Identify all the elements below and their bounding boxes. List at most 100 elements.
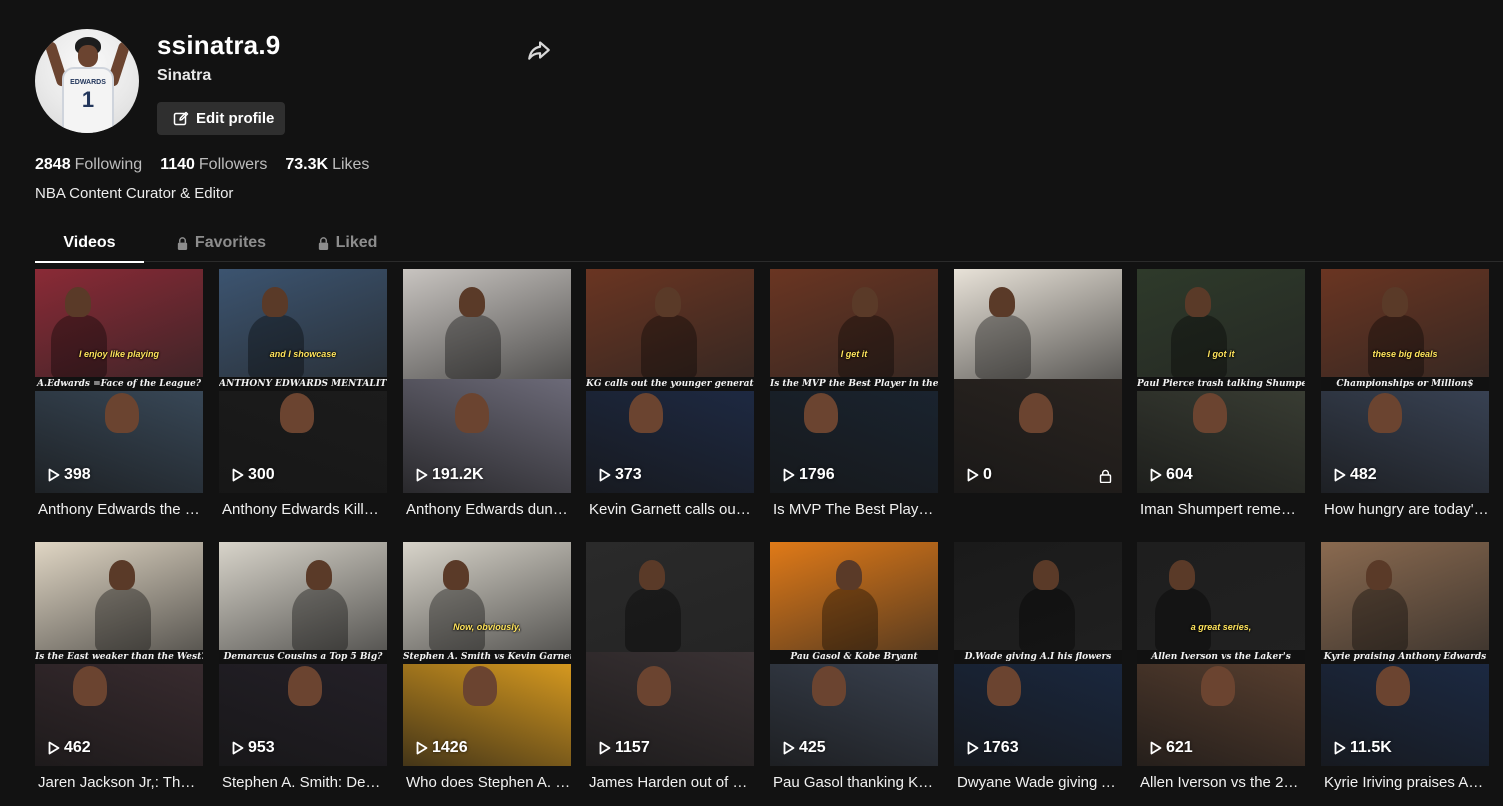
video-thumbnail[interactable]: Kyrie praising Anthony Edwards 11.5K [1321, 542, 1489, 766]
thumbnail-figure-body [641, 315, 697, 379]
play-icon [48, 468, 60, 482]
play-icon [416, 468, 428, 482]
view-count: 621 [1150, 739, 1193, 757]
thumbnail-figure-body [625, 588, 681, 652]
video-title[interactable]: Anthony Edwards dunks on... [403, 501, 571, 518]
thumbnail-caption: Now, obviously, [453, 622, 521, 632]
video-thumbnail[interactable]: Is the East weaker than the West? 462 [35, 542, 203, 766]
thumbnail-top-scene [219, 542, 387, 652]
video-title[interactable]: Who does Stephen A. Smith pick [403, 774, 571, 791]
video-card[interactable]: and I showcase ANTHONY EDWARDS MENTALITY 3… [219, 269, 387, 518]
video-thumbnail[interactable]: KG calls out the younger generation 373 [586, 269, 754, 493]
video-card[interactable]: KG calls out the younger generation 373 Ke… [586, 269, 754, 518]
video-card[interactable]: D.Wade giving A.I his flowers 1763 Dwyane … [954, 542, 1122, 791]
thumbnail-overlay-title: Championships or Million$ [1321, 377, 1489, 391]
video-title[interactable]: Jaren Jackson Jr,: The East... [35, 774, 203, 791]
tab-favorites[interactable]: Favorites [165, 224, 277, 262]
video-card[interactable]: Is the East weaker than the West? 462 Jare… [35, 542, 203, 791]
video-title[interactable]: Kevin Garnett calls out the younger gene… [586, 501, 754, 518]
view-count-value: 11.5K [1350, 739, 1392, 756]
video-thumbnail[interactable]: 1157 [586, 542, 754, 766]
video-thumbnail[interactable]: 0 [954, 269, 1122, 493]
video-thumbnail[interactable]: a great series, Allen Iverson vs the Lake… [1137, 542, 1305, 766]
video-title[interactable]: James Harden out of Philly [586, 774, 754, 791]
video-thumbnail[interactable]: I got it Paul Pierce trash talking Shumpe… [1137, 269, 1305, 493]
play-icon [232, 741, 244, 755]
video-card[interactable]: Kyrie praising Anthony Edwards 11.5K Kyrie… [1321, 542, 1489, 791]
video-title[interactable]: Dwyane Wade giving A.I his flowers [954, 774, 1122, 791]
stat-label: Followers [198, 156, 268, 173]
view-count-value: 191.2K [432, 466, 484, 483]
video-card[interactable]: I get it Is the MVP the Best Player in th… [770, 269, 938, 518]
video-card[interactable]: I got it Paul Pierce trash talking Shumpe… [1137, 269, 1305, 518]
profile-stats: 2848 Following 1140 Followers 73.3K Likes [35, 156, 369, 174]
thumbnail-caption: I enjoy like playing [78, 349, 160, 359]
avatar[interactable]: EDWARDS 1 [35, 29, 139, 133]
stat-label: Following [74, 156, 143, 173]
video-card[interactable]: a great series, Allen Iverson vs the Lake… [1137, 542, 1305, 791]
profile-tabs: Videos Favorites Liked [35, 224, 1503, 263]
video-thumbnail[interactable]: I enjoy like playing A.Edwards =Face of t… [35, 269, 203, 493]
thumbnail-overlay-title: Paul Pierce trash talking Shumpert [1137, 377, 1305, 391]
thumbnail-overlay-title: KG calls out the younger generation [586, 377, 754, 391]
video-thumbnail[interactable]: D.Wade giving A.I his flowers 1763 [954, 542, 1122, 766]
video-card[interactable]: Pau Gasol & Kobe Bryant 425 Pau Gasol than… [770, 542, 938, 791]
thumbnail-figure-body [1171, 315, 1227, 379]
video-thumbnail[interactable]: I get it Is the MVP the Best Player in th… [770, 269, 938, 493]
thumbnail-figure-body [248, 315, 304, 379]
thumbnail-figure [463, 666, 497, 706]
play-icon [599, 468, 611, 482]
video-title[interactable]: Kyrie Iriving praises Anthony Edwards [1321, 774, 1489, 791]
thumbnail-top-scene [1137, 269, 1305, 379]
thumbnail-figure-body [975, 315, 1031, 379]
video-thumbnail[interactable]: Pau Gasol & Kobe Bryant 425 [770, 542, 938, 766]
video-title[interactable]: Iman Shumpert remembers Paul Pierce [1137, 501, 1305, 518]
video-card[interactable]: these big deals Championships or Million$… [1321, 269, 1489, 518]
video-thumbnail[interactable]: these big deals Championships or Million$… [1321, 269, 1489, 493]
share-button[interactable] [526, 37, 552, 63]
stat-followers[interactable]: 1140 Followers [160, 156, 267, 174]
thumbnail-overlay-title: Is the MVP the Best Player in the NBA [770, 377, 938, 391]
thumbnail-top-scene [1321, 269, 1489, 379]
thumbnail-top-scene [403, 269, 571, 379]
edit-icon [173, 111, 189, 125]
thumbnail-figure [989, 287, 1015, 317]
video-title[interactable]: How hungry are today's players [1321, 501, 1489, 518]
video-title[interactable]: Pau Gasol thanking Kobe Bryant [770, 774, 938, 791]
thumbnail-figure [109, 560, 135, 590]
thumbnail-figure [1033, 560, 1059, 590]
tab-videos[interactable]: Videos [35, 224, 144, 263]
thumbnail-figure-body [1019, 588, 1075, 652]
stat-following[interactable]: 2848 Following [35, 156, 142, 174]
video-card[interactable]: Now, obviously, Stephen A. Smith vs Kevin… [403, 542, 571, 791]
thumbnail-top-scene [586, 269, 754, 379]
tab-liked[interactable]: Liked [309, 224, 385, 262]
profile-nickname: Sinatra [157, 67, 212, 84]
lock-icon [318, 236, 328, 250]
view-count-value: 373 [615, 466, 642, 483]
thumbnail-caption: these big deals [1372, 349, 1438, 359]
thumbnail-figure-body [1155, 588, 1211, 652]
thumbnail-caption: and I showcase [269, 349, 337, 359]
thumbnail-figure [65, 287, 91, 317]
video-thumbnail[interactable]: and I showcase ANTHONY EDWARDS MENTALITY 3… [219, 269, 387, 493]
thumbnail-figure [852, 287, 878, 317]
video-title[interactable]: Stephen A. Smith: DeMarcus Cousins [219, 774, 387, 791]
edit-profile-button[interactable]: Edit profile [157, 102, 285, 135]
video-card[interactable]: 191.2K Anthony Edwards dunks on... [403, 269, 571, 518]
video-title[interactable]: Is MVP The Best Player in the NBA [770, 501, 938, 518]
video-card[interactable]: 1157 James Harden out of Philly [586, 542, 754, 791]
video-card[interactable]: 0 [954, 269, 1122, 501]
video-title[interactable]: Allen Iverson vs the 2001 Lakers [1137, 774, 1305, 791]
private-lock-icon [1099, 469, 1112, 484]
video-thumbnail[interactable]: Now, obviously, Stephen A. Smith vs Kevin… [403, 542, 571, 766]
video-thumbnail[interactable]: 191.2K [403, 269, 571, 493]
play-icon [416, 741, 428, 755]
thumbnail-figure [280, 393, 314, 433]
thumbnail-overlay-title: Stephen A. Smith vs Kevin Garnett [403, 650, 571, 664]
video-thumbnail[interactable]: Demarcus Cousins a Top 5 Big? 953 [219, 542, 387, 766]
video-title[interactable]: Anthony Edwards Killer Mentality [219, 501, 387, 518]
video-card[interactable]: I enjoy like playing A.Edwards =Face of t… [35, 269, 203, 518]
video-card[interactable]: Demarcus Cousins a Top 5 Big? 953 Stephen … [219, 542, 387, 791]
video-title[interactable]: Anthony Edwards the Face of the League? [35, 501, 203, 518]
